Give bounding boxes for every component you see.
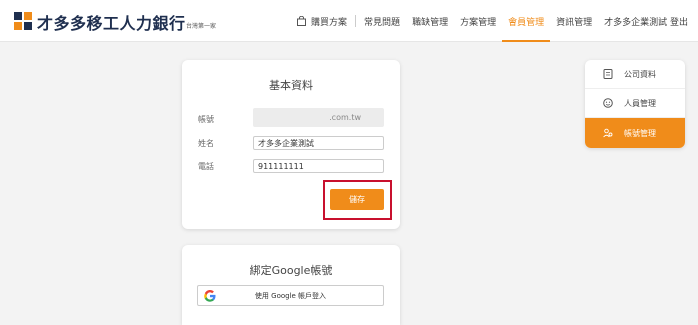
account-field: .com.tw xyxy=(253,108,384,127)
user-face-icon xyxy=(603,98,613,108)
nav-divider xyxy=(355,15,357,27)
basic-info-title: 基本資料 xyxy=(269,79,313,92)
account-label: 帳號 xyxy=(198,115,214,124)
save-button[interactable]: 儲存 xyxy=(330,189,384,210)
google-signin-button[interactable]: 使用 Google 帳戶登入 xyxy=(197,285,384,306)
account-users-icon xyxy=(603,128,613,138)
side-item-account-management[interactable]: 帳號管理 xyxy=(585,118,685,148)
nav-faq[interactable]: 常見問題 xyxy=(358,0,406,42)
brand-name[interactable]: 才多多移工人力銀行 xyxy=(37,10,186,34)
side-item-staff-management[interactable]: 人員管理 xyxy=(585,89,685,118)
member-side-menu: 公司資料 人員管理 帳號管理 xyxy=(585,60,685,148)
nav-buy-plan[interactable]: 購買方案 xyxy=(291,0,353,42)
side-item-company-info-label: 公司資料 xyxy=(624,69,656,79)
google-logo-icon xyxy=(204,290,216,302)
document-icon xyxy=(603,69,613,79)
nav-job-management[interactable]: 職缺管理 xyxy=(406,0,454,42)
side-item-account-management-label: 帳號管理 xyxy=(624,128,656,138)
nav-user-logout[interactable]: 才多多企業測試 登出 xyxy=(598,0,694,42)
name-input[interactable] xyxy=(253,136,384,150)
name-label: 姓名 xyxy=(198,139,214,148)
shopping-bag-icon xyxy=(297,16,307,26)
side-item-staff-management-label: 人員管理 xyxy=(624,98,656,108)
google-binding-title: 綁定Google帳號 xyxy=(249,264,333,277)
side-item-company-info[interactable]: 公司資料 xyxy=(585,60,685,89)
nav-buy-plan-label: 購買方案 xyxy=(311,17,348,28)
google-binding-card: 綁定Google帳號 使用 Google 帳戶登入 xyxy=(182,245,400,325)
nav-member-management[interactable]: 會員管理 xyxy=(502,0,551,42)
google-signin-label: 使用 Google 帳戶登入 xyxy=(254,291,327,300)
nav-plan-management[interactable]: 方案管理 xyxy=(454,0,502,42)
phone-input[interactable] xyxy=(253,159,384,173)
brand-logo-icon[interactable] xyxy=(14,12,32,30)
nav-info-management[interactable]: 資訊管理 xyxy=(550,0,598,42)
phone-label: 電話 xyxy=(198,162,214,171)
basic-info-card: 基本資料 帳號 .com.tw 姓名 電話 儲存 xyxy=(182,60,400,229)
main-nav: 購買方案 常見問題 職缺管理 方案管理 會員管理 資訊管理 才多多企業測試 登出 xyxy=(291,0,694,42)
brand-tagline: 台灣第一家 xyxy=(186,23,217,30)
top-header: 才多多移工人力銀行 台灣第一家 購買方案 常見問題 職缺管理 方案管理 會員管理… xyxy=(0,0,698,42)
